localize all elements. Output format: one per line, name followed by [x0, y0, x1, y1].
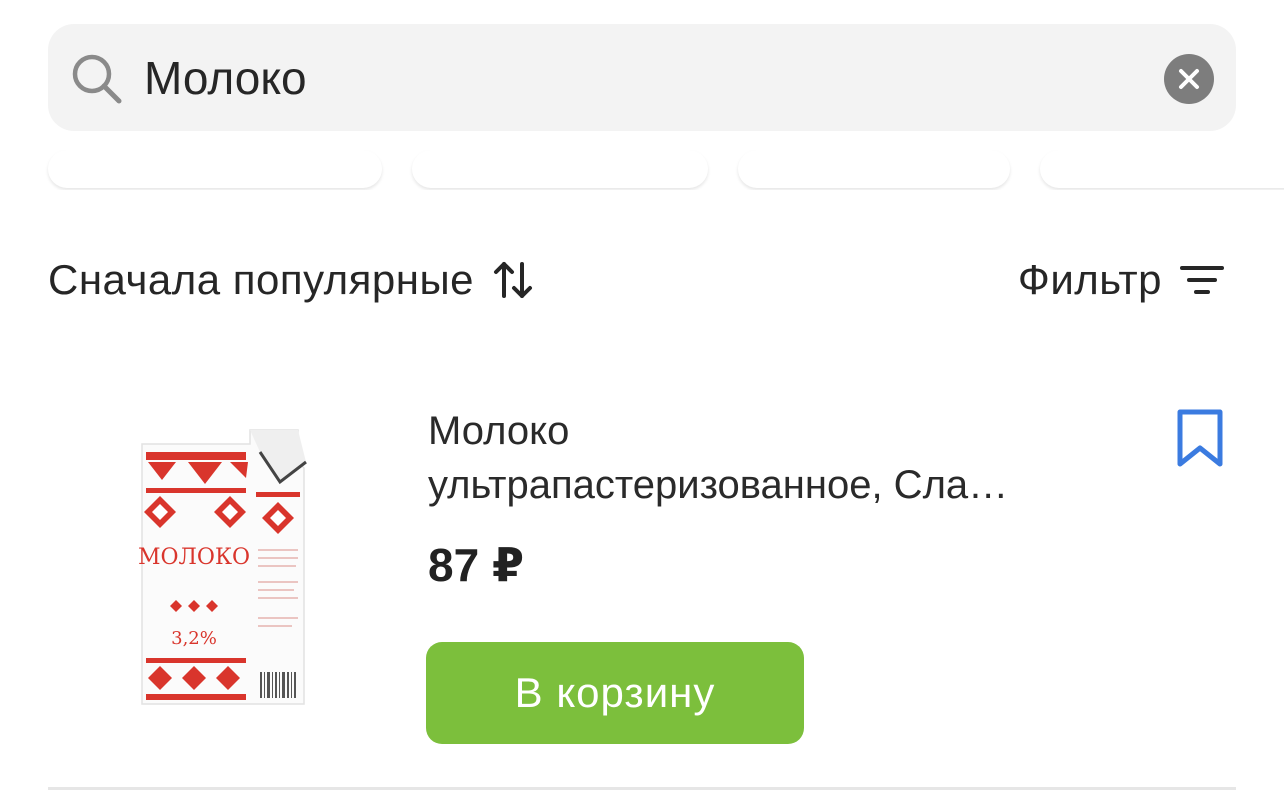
search-icon [72, 54, 122, 104]
category-chip[interactable] [738, 150, 1010, 188]
search-input[interactable]: Молоко [144, 50, 307, 106]
product-title[interactable]: Молоко ультрапастеризованное, Сла… [428, 404, 1148, 512]
add-to-cart-button[interactable]: В корзину [426, 642, 804, 744]
category-chip[interactable] [1040, 150, 1284, 188]
filter-lines-icon [1180, 266, 1224, 294]
package-brand-text: МОЛОКО [138, 545, 250, 570]
close-icon [1179, 69, 1199, 89]
filter-label: Фильтр [1017, 256, 1162, 303]
category-chips [0, 150, 1284, 190]
sort-label: Сначала популярные [48, 256, 475, 303]
category-chip[interactable] [412, 150, 708, 188]
category-chip[interactable] [48, 150, 382, 188]
sort-arrows-icon [494, 262, 533, 298]
product-image[interactable]: МОЛОКО 3,2% [130, 422, 330, 722]
product-title-line-2: ультрапастеризованное, Сла… [428, 463, 1009, 507]
package-fat-text: 3,2% [171, 628, 217, 649]
product-title-line-1: Молоко [428, 409, 570, 453]
product-card[interactable]: МОЛОКО 3,2% Молоко ультрапастеризованное… [48, 380, 1236, 788]
bookmark-icon[interactable] [1174, 408, 1226, 468]
sort-button[interactable]: Сначала популярные [48, 252, 534, 308]
clear-search-button[interactable] [1164, 54, 1214, 104]
divider [48, 787, 1236, 790]
product-price: 87 ₽ [428, 539, 524, 591]
filter-button[interactable]: Фильтр [1018, 252, 1224, 308]
